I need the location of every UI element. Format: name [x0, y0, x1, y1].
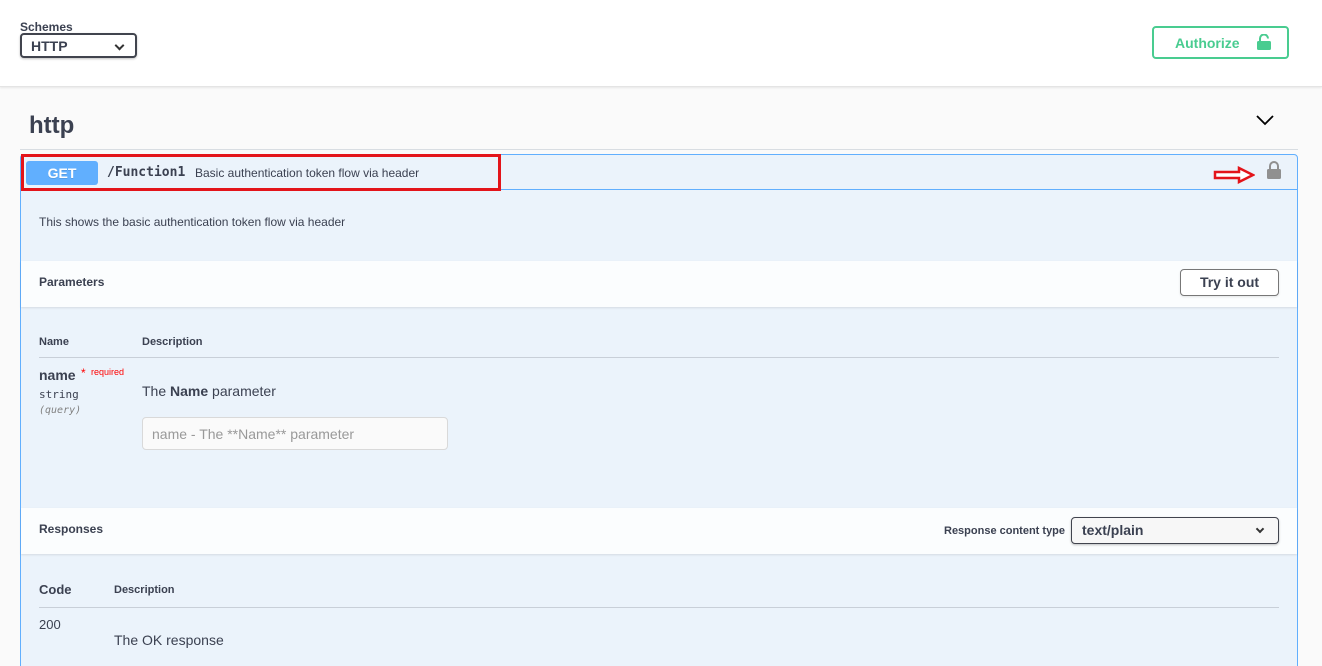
response-content-type-select[interactable]: text/plain [1071, 517, 1279, 544]
parameters-title: Parameters [39, 275, 105, 289]
try-it-out-button[interactable]: Try it out [1180, 269, 1279, 296]
scheme-container: Schemes HTTP Authorize [0, 0, 1322, 87]
tag-divider [20, 149, 1298, 150]
required-star: * [81, 366, 86, 380]
tag-title[interactable]: http [29, 112, 74, 140]
param-name: name [39, 367, 76, 383]
lock-icon[interactable] [1267, 161, 1281, 179]
responses-header: Responses Response content type text/pla… [21, 508, 1297, 554]
param-header-divider [39, 357, 1279, 358]
required-label: required [91, 367, 125, 377]
chevron-down-icon [1255, 524, 1265, 534]
schemes-label: Schemes [20, 20, 73, 34]
response-description: The OK response [114, 632, 224, 648]
chevron-down-icon [114, 40, 125, 51]
responses-title: Responses [39, 522, 104, 536]
response-description-column-header: Description [114, 584, 175, 596]
response-header-divider [39, 607, 1279, 608]
response-content-type-value: text/plain [1082, 522, 1144, 538]
response-code: 200 [39, 617, 61, 632]
schemes-select[interactable]: HTTP [20, 33, 137, 58]
param-type: string [39, 388, 79, 401]
parameters-header: Parameters Try it out [21, 261, 1297, 307]
highlight-box [21, 154, 501, 191]
response-code-column-header: Code [39, 582, 72, 597]
collapse-chevron-icon[interactable] [1255, 113, 1275, 127]
schemes-selected-value: HTTP [31, 38, 68, 54]
param-description-suffix: parameter [208, 383, 276, 399]
authorize-button[interactable]: Authorize [1152, 26, 1289, 59]
red-arrow-icon [1213, 166, 1255, 184]
operation-description: This shows the basic authentication toke… [39, 215, 346, 229]
operation-block: GET /Function1 Basic authentication toke… [20, 154, 1298, 666]
response-content-type-label: Response content type [944, 525, 1066, 537]
param-description: The Name parameter [142, 383, 276, 399]
param-location: (query) [39, 405, 82, 416]
param-description-prefix: The [142, 383, 171, 399]
authorize-label: Authorize [1175, 35, 1240, 51]
unlock-icon [1257, 34, 1271, 50]
name-param-input[interactable] [142, 417, 448, 450]
param-description-bold: Name [170, 383, 209, 399]
param-description-column-header: Description [142, 336, 203, 348]
param-name-column-header: Name [39, 336, 69, 348]
